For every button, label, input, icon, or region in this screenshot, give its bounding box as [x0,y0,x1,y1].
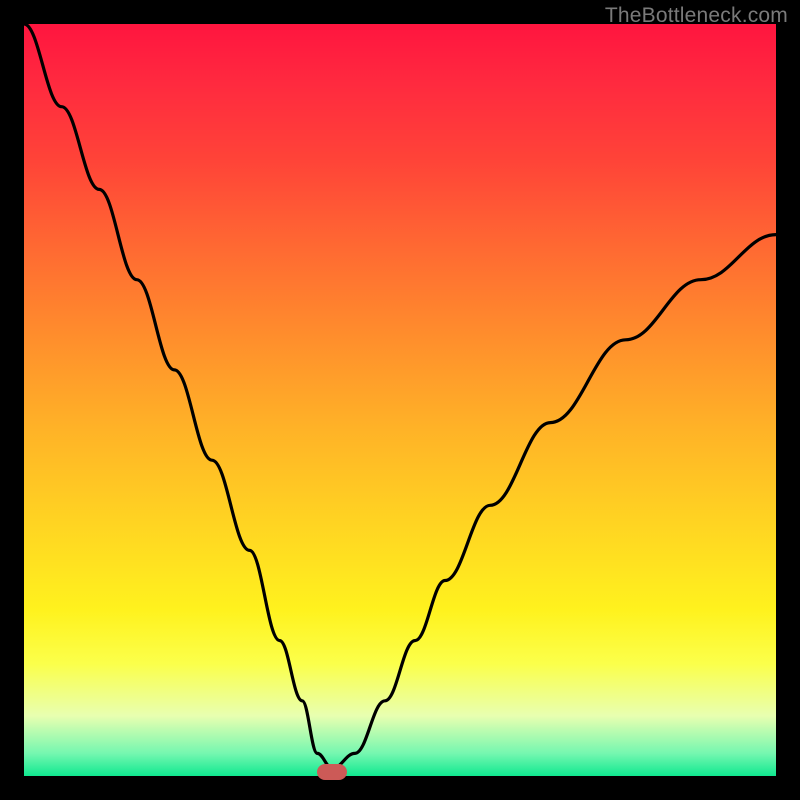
bottleneck-curve [24,24,776,776]
chart-frame: TheBottleneck.com [0,0,800,800]
optimal-point-marker [317,764,347,780]
plot-area [24,24,776,776]
